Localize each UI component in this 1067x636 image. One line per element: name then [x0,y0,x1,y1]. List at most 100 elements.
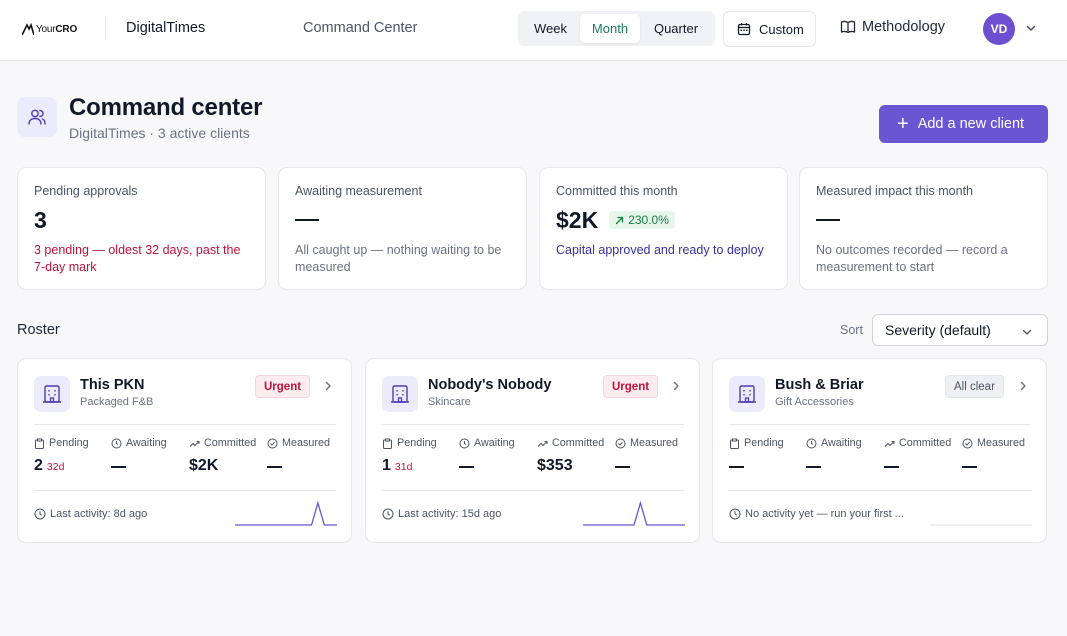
stat-label: Committed this month [556,184,678,198]
chevron-down-icon [1022,329,1032,335]
chevron-right-icon[interactable] [1017,380,1029,392]
page-subtitle: DigitalTimes · 3 active clients [69,125,250,141]
empty-dash [295,218,319,222]
tab-quarter[interactable]: Quarter [640,14,712,43]
metric-value-empty [962,457,977,468]
divider [105,18,106,40]
calendar-icon [737,23,751,36]
check-circle-icon [615,438,626,448]
metric-measured: Measured [615,437,678,468]
metric-awaiting: Awaiting [459,437,515,468]
chevron-right-icon[interactable] [670,380,682,392]
metric-committed: Committed [884,437,951,468]
client-name: This PKN [80,377,145,393]
client-name: Nobody's Nobody [428,377,552,393]
client-category: Gift Accessories [775,396,854,408]
metric-label: Committed [189,437,256,449]
users-icon [17,97,57,137]
divider [729,490,1031,491]
client-card[interactable]: Bush & Briar Gift Accessories All clear … [712,358,1047,543]
methodology-label: Methodology [862,19,946,35]
roster-title: Roster [17,322,60,338]
arrow-up-right-icon [616,216,624,224]
client-card[interactable]: This PKN Packaged F&B Urgent Pending 2 32… [17,358,352,543]
sparkline-line [235,500,337,526]
metric-awaiting: Awaiting [111,437,167,468]
page-title: Command center [69,94,263,121]
metric-label: Awaiting [806,437,862,449]
logo-mark-icon [22,23,34,35]
tab-month[interactable]: Month [580,14,640,43]
clipboard-icon [35,438,44,449]
status-badge: All clear [945,375,1004,398]
methodology-link[interactable]: Methodology [840,19,945,35]
last-activity: Last activity: 15d ago [382,508,501,520]
metric-value: 2 32d [34,457,65,474]
stat-label: Measured impact this month [816,184,974,198]
chevron-down-icon[interactable] [1025,22,1037,34]
pending-age: 32d [46,461,65,473]
empty-dash [816,218,840,222]
client-category: Skincare [428,396,471,408]
add-client-button[interactable]: + Add a new client [879,105,1048,143]
stat-value: $2K [556,206,599,233]
metric-label: Committed [537,437,604,449]
activity-sparkline [930,524,1032,526]
clock-icon [111,438,122,448]
stat-card-measured-impact: Measured impact this month No outcomes r… [799,167,1048,290]
metric-pending: Pending [729,437,784,468]
sparkline-line [583,500,685,526]
avatar[interactable]: VD [983,13,1015,45]
last-activity: No activity yet — run your first ... [729,508,904,520]
sort-select[interactable]: Severity (default) [872,314,1048,346]
divider [729,424,1031,425]
trending-up-icon [884,440,895,447]
metric-value-empty [459,457,474,468]
status-badge: Urgent [603,375,659,398]
metric-pending: Pending 1 31d [382,437,437,474]
metric-label: Measured [962,437,1025,449]
metric-label: Pending [382,437,437,449]
client-card[interactable]: Nobody's Nobody Skincare Urgent Pending … [365,358,700,543]
activity-sparkline [583,500,685,526]
trending-up-icon [537,440,548,447]
last-activity: Last activity: 8d ago [34,508,147,520]
stat-note: All caught up — nothing waiting to be me… [295,243,502,274]
metric-value-empty [884,457,899,468]
change-badge: 230.0% [609,211,675,229]
book-open-icon [840,20,856,34]
metric-committed: Committed $353 [537,437,604,474]
client-category: Packaged F&B [80,396,154,408]
chevron-right-icon[interactable] [322,380,334,392]
divider [34,424,336,425]
sort-label: Sort [840,323,863,337]
status-badge: Urgent [255,375,311,398]
stat-card-awaiting-measurement: Awaiting measurement All caught up — not… [278,167,527,290]
client-name: Bush & Briar [775,377,864,393]
yourcro-logo[interactable]: YourCRO [22,21,77,37]
stat-value-empty [295,206,510,234]
stat-label: Awaiting measurement [295,184,422,198]
metric-label: Awaiting [459,437,515,449]
metric-pending: Pending 2 32d [34,437,89,474]
building-icon [729,376,765,412]
add-client-label: Add a new client [917,116,1025,132]
check-circle-icon [962,438,973,448]
change-value: 230.0% [628,213,669,227]
trending-up-icon [189,440,200,447]
clock-icon [729,508,741,520]
clock-icon [806,438,817,448]
stat-value-row: $2K 230.0% [556,206,771,234]
stat-note: No outcomes recorded — record a measurem… [816,243,1008,274]
org-name[interactable]: DigitalTimes [126,20,205,36]
sort-value: Severity (default) [885,322,991,338]
metric-label: Measured [267,437,330,449]
activity-sparkline [235,500,337,526]
building-icon [382,376,418,412]
metric-awaiting: Awaiting [806,437,862,468]
custom-range-button[interactable]: Custom [723,11,816,47]
logo-text: YourCRO [36,23,78,35]
metric-value: $2K [189,457,219,474]
clock-icon [382,508,394,520]
tab-week[interactable]: Week [521,14,580,43]
